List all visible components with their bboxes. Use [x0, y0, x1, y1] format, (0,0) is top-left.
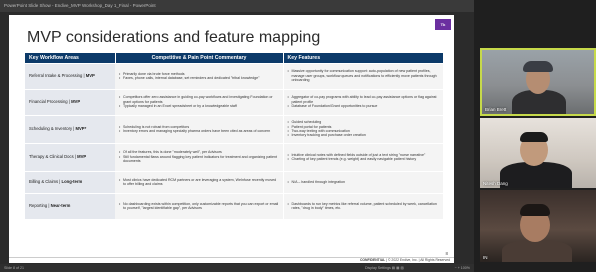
feature-bullet: Database of Foundation/Grant opportuniti… [288, 104, 440, 109]
feature-list: N/A – handled through integration [288, 180, 440, 185]
table-row: Scheduling & Inventory | MVP*Scheduling … [25, 114, 443, 143]
workflow-area-cell: Therapy & Clinical Docs | MVP [25, 142, 115, 171]
participant-tile-2[interactable]: Nitesh Dang [480, 118, 596, 188]
workflow-area-cell: Billing & Claims | Long-term [25, 170, 115, 193]
hair [520, 132, 548, 142]
table-body: Referral Intake & Processing | MVP Primar… [25, 62, 443, 219]
commentary-bullet: Typically managed in an Excel spreadshee… [119, 104, 279, 109]
feature-table: Key Workflow Areas Competitive & Pain Po… [25, 53, 444, 219]
meeting-app: PowerPoint Slide Show - Endive_MVP Works… [0, 0, 596, 272]
hair [520, 204, 550, 216]
participant-tile-3[interactable]: IN [480, 190, 596, 262]
cap [523, 61, 553, 72]
workflow-area-name: Scheduling & Inventory [29, 125, 73, 131]
commentary-bullet: Faxes, phone calls, internal database, s… [119, 76, 279, 81]
table-row: Reporting | Near-term No dashboarding exi… [25, 192, 443, 219]
column-header-commentary: Competitive & Pain Point Commentary [115, 53, 284, 63]
feature-bullet: Aggregator of co-pay programs with abili… [288, 95, 440, 104]
feature-cell: N/A – handled through integration [283, 170, 443, 193]
commentary-list: Competitors offer zero assistance in gui… [119, 95, 279, 109]
table-row: Financial Processing | MVP Competitors of… [25, 88, 443, 115]
slide: MVP considerations and feature mapping T… [9, 15, 454, 263]
commentary-list: Scheduling is not robust from competitor… [119, 125, 279, 134]
workflow-area-priority: Long-term [61, 178, 83, 184]
feature-list: Dashboards to run key metrics like refer… [288, 202, 440, 211]
commentary-cell: Competitors offer zero assistance in gui… [115, 88, 284, 115]
feature-bullet: N/A – handled through integration [288, 180, 440, 185]
commentary-bullet: Still fundamental flaws around flagging … [119, 155, 279, 164]
feature-cell: Intuitive clinical notes with defined fi… [283, 142, 443, 171]
commentary-cell: Of all the features, this is done "moder… [115, 142, 284, 171]
feature-cell: Massive opportunity for communication su… [283, 62, 443, 89]
zoom-control[interactable]: − + 100% [455, 264, 470, 272]
presentation-window: PowerPoint Slide Show - Endive_MVP Works… [0, 0, 474, 272]
commentary-cell: Primarily done via brute force methodsFa… [115, 62, 284, 89]
workflow-area-priority: MVP* [75, 125, 87, 131]
participant-name: IN [483, 255, 488, 260]
feature-list: Massive opportunity for communication su… [288, 69, 440, 82]
column-header-areas: Key Workflow Areas [25, 53, 116, 63]
table-row: Billing & Claims | Long-term Most clinics… [25, 170, 443, 193]
participant-body [500, 162, 572, 188]
commentary-cell: Most clinics have dedicated RCM partners… [115, 170, 284, 193]
workflow-area-cell: Reporting | Near-term [25, 192, 115, 219]
table-row: Referral Intake & Processing | MVP Primar… [25, 62, 443, 89]
slide-title: MVP considerations and feature mapping [27, 29, 321, 46]
commentary-cell: Scheduling is not robust from competitor… [115, 114, 284, 143]
feature-list: Guided schedulingPatient portal for pati… [288, 120, 440, 138]
commentary-list: Primarily done via brute force methodsFa… [119, 72, 279, 81]
workflow-area-name: Therapy & Clinical Docs [29, 153, 74, 159]
workflow-area-priority: MVP [77, 153, 87, 159]
workflow-area-name: Reporting [29, 203, 48, 209]
commentary-bullet: Inventory errors and managing specialty … [119, 129, 279, 134]
participant-tile-1[interactable]: Brian Brett [480, 48, 596, 116]
commentary-bullet: No dashboarding exists within competitio… [119, 202, 279, 211]
feature-bullet: Massive opportunity for communication su… [288, 69, 440, 82]
feature-cell: Aggregator of co-pay programs with abili… [283, 88, 443, 115]
participant-name: Brian Brett [485, 107, 507, 112]
commentary-list: Most clinics have dedicated RCM partners… [119, 178, 279, 187]
table-row: Therapy & Clinical Docs | MVP Of all the … [25, 142, 443, 171]
window-title: PowerPoint Slide Show - Endive_MVP Works… [0, 0, 474, 12]
slide-footer: CONFIDENTIAL | © 2022 Endive, Inc. | All… [9, 257, 454, 263]
workflow-area-cell: Scheduling & Inventory | MVP* [25, 114, 115, 143]
footer-confidential: CONFIDENTIAL [359, 258, 386, 262]
page-number: 8 [445, 251, 448, 256]
feature-list: Aggregator of co-pay programs with abili… [288, 95, 440, 109]
workflow-area-priority: MVP [85, 72, 95, 78]
status-bar: Slide 8 of 21 Display Settings ▤ ▦ ▧ − +… [0, 264, 474, 272]
commentary-bullet: Competitors offer zero assistance in gui… [119, 95, 279, 104]
commentary-list: Of all the features, this is done "moder… [119, 150, 279, 163]
footer-copyright: | © 2022 Endive, Inc. | All Rights Reser… [386, 258, 450, 262]
view-controls[interactable]: Display Settings ▤ ▦ ▧ [365, 264, 404, 272]
feature-cell: Guided schedulingPatient portal for pati… [283, 114, 443, 143]
column-header-features: Key Features [283, 53, 444, 63]
feature-cell: Dashboards to run key metrics like refer… [283, 192, 443, 219]
workflow-area-priority: Near-term [50, 203, 71, 209]
table-header-row: Key Workflow Areas Competitive & Pain Po… [25, 53, 444, 63]
workflow-area-name: Financial Processing [29, 98, 68, 104]
feature-bullet: Charting of key patient trends (e.g. wei… [288, 157, 440, 162]
slide-counter: Slide 8 of 21 [4, 266, 24, 270]
participant-name: Nitesh Dang [483, 181, 508, 186]
participant-body [502, 240, 572, 262]
workflow-area-name: Referral Intake & Processing [29, 72, 83, 78]
commentary-list: No dashboarding exists within competitio… [119, 202, 279, 211]
commentary-cell: No dashboarding exists within competitio… [115, 192, 284, 219]
workflow-area-cell: Financial Processing | MVP [25, 88, 115, 115]
commentary-bullet: Most clinics have dedicated RCM partners… [119, 178, 279, 187]
feature-bullet: Inventory tracking and purchase order cr… [288, 133, 440, 138]
feature-list: Intuitive clinical notes with defined fi… [288, 153, 440, 162]
workflow-area-name: Billing & Claims [29, 178, 59, 184]
slide-tag: Tk [435, 19, 451, 30]
workflow-area-cell: Referral Intake & Processing | MVP [25, 62, 115, 89]
feature-bullet: Dashboards to run key metrics like refer… [288, 202, 440, 211]
workflow-area-priority: MVP [71, 98, 81, 104]
